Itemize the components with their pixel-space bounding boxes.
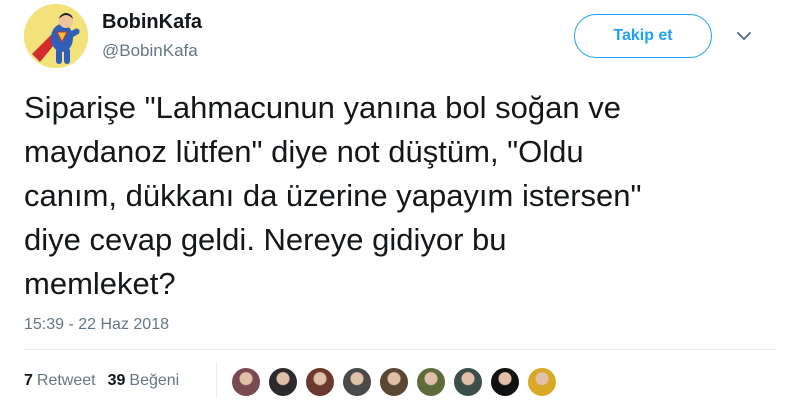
- retweet-count: 7: [24, 372, 33, 389]
- tweet-timestamp[interactable]: 15:39 - 22 Haz 2018: [24, 316, 169, 334]
- author-handle[interactable]: @BobinKafa: [102, 41, 198, 61]
- user-avatar-icon[interactable]: [230, 366, 262, 398]
- divider: [24, 349, 776, 350]
- author-name[interactable]: BobinKafa: [102, 11, 202, 34]
- like-label: Beğeni: [129, 372, 180, 389]
- user-avatar-icon[interactable]: [341, 366, 373, 398]
- tweet-text: Siparişe "Lahmacunun yanına bol soğan ve…: [24, 90, 642, 301]
- like-count: 39: [107, 372, 126, 389]
- follow-button[interactable]: Takip et: [574, 14, 712, 58]
- user-avatar-icon[interactable]: [526, 366, 558, 398]
- user-avatar-icon[interactable]: [304, 366, 336, 398]
- user-avatar-icon[interactable]: [378, 366, 410, 398]
- user-avatar-icon[interactable]: [267, 366, 299, 398]
- superman-avatar-icon[interactable]: [24, 4, 88, 68]
- tweet-stats: 7 Retweet 39 Beğeni: [24, 372, 191, 390]
- user-avatar-icon[interactable]: [452, 366, 484, 398]
- retweet-stat[interactable]: 7 Retweet: [24, 372, 96, 390]
- stats-divider: [216, 362, 217, 398]
- chevron-down-icon[interactable]: [734, 26, 754, 46]
- liker-avatars: [230, 366, 563, 398]
- retweet-label: Retweet: [36, 372, 96, 389]
- user-avatar-icon[interactable]: [489, 366, 521, 398]
- like-stat[interactable]: 39 Beğeni: [108, 372, 180, 390]
- tweet-card: BobinKafa @BobinKafa Takip et Siparişe "…: [0, 0, 800, 406]
- user-avatar-icon[interactable]: [415, 366, 447, 398]
